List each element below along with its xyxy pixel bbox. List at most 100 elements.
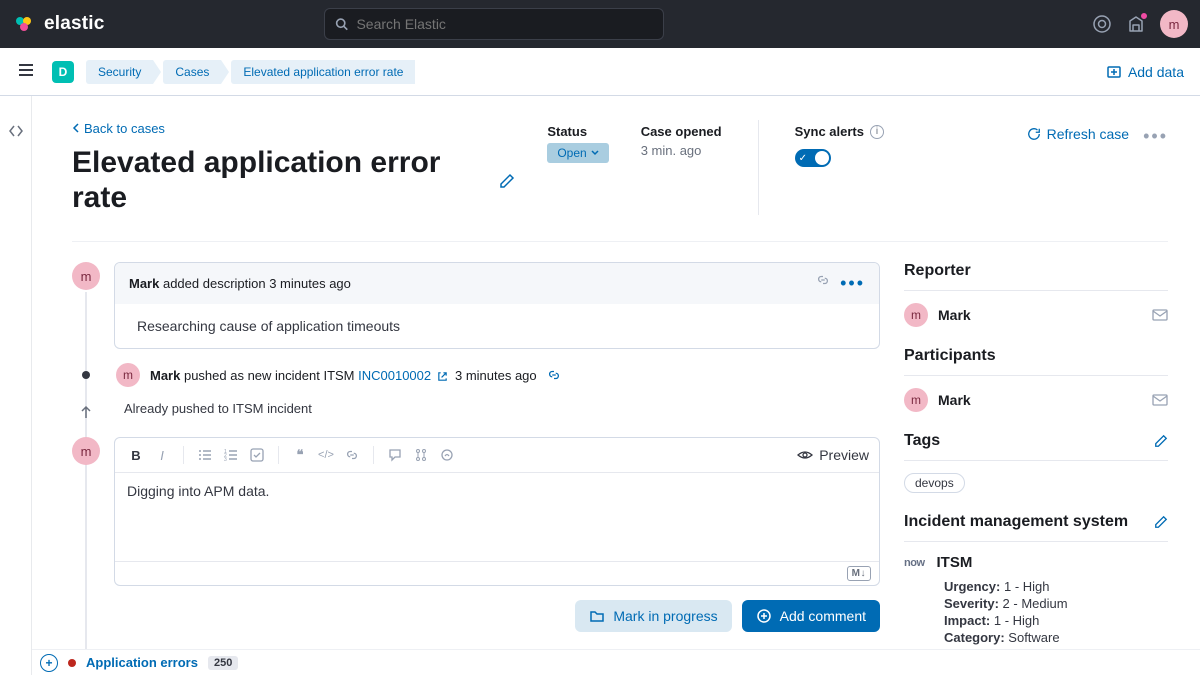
crumb-security[interactable]: Security (86, 60, 153, 84)
check-icon: ✓ (799, 153, 807, 164)
brand-text: elastic (44, 13, 105, 35)
back-to-cases-link[interactable]: Back to cases (72, 121, 165, 136)
arrow-up-icon (78, 405, 94, 419)
add-data-link[interactable]: Add data (1106, 64, 1184, 80)
reporter-row: m Mark (904, 303, 1168, 327)
add-comment-button[interactable]: Add comment (742, 600, 880, 632)
avatar: m (116, 363, 140, 387)
mail-icon[interactable] (1152, 309, 1168, 321)
add-timeline-button[interactable]: + (40, 654, 58, 672)
sync-alerts-label: Sync alerts (795, 124, 864, 139)
edit-title-icon[interactable] (499, 173, 515, 189)
tags-section: Tags devops (904, 432, 1168, 493)
editor-toolbar: B I 123 ❝ </> (115, 438, 879, 473)
case-header: Back to cases Elevated application error… (72, 120, 1168, 242)
case-sidebar: Reporter m Mark Participants m Mark (904, 262, 1168, 675)
push-event: m Mark pushed as new incident ITSM INC00… (72, 363, 880, 387)
case-more-menu[interactable]: ••• (1143, 126, 1168, 147)
sync-alerts-toggle[interactable]: ✓ (795, 149, 831, 167)
status-label: Status (547, 124, 608, 139)
reporter-name: Mark (938, 307, 971, 323)
desc-more-menu[interactable]: ••• (840, 273, 865, 294)
global-search[interactable] (324, 8, 664, 40)
add-comment-label: Add comment (780, 608, 866, 624)
servicenow-logo: now (904, 557, 925, 569)
desc-action: added description (159, 276, 269, 291)
separator (278, 446, 279, 464)
incident-link[interactable]: INC0010002 (358, 368, 431, 383)
connector-name: ITSM (937, 554, 973, 571)
user-avatar[interactable]: m (1160, 10, 1188, 38)
description-card: Mark added description 3 minutes ago •••… (114, 262, 880, 349)
avatar: m (72, 262, 100, 290)
edit-tags-icon[interactable] (1154, 434, 1168, 448)
ul-button[interactable] (194, 444, 216, 466)
italic-button[interactable]: I (151, 444, 173, 466)
mail-icon[interactable] (1152, 394, 1168, 406)
status-dropdown[interactable]: Open (547, 143, 608, 163)
card-header: Mark added description 3 minutes ago ••• (115, 263, 879, 304)
severity-field: Severity: 2 - Medium (944, 596, 1168, 611)
separator (183, 446, 184, 464)
edit-ims-icon[interactable] (1154, 515, 1168, 529)
sync-block: Sync alerts i ✓ (795, 120, 995, 215)
elastic-logo-mark (12, 12, 36, 36)
reporter-title: Reporter (904, 262, 971, 280)
link-button[interactable] (341, 444, 363, 466)
description-event: m Mark added description 3 minutes ago •… (72, 262, 880, 349)
task-list-button[interactable] (246, 444, 268, 466)
back-link-label: Back to cases (84, 121, 165, 136)
refresh-case-button[interactable]: Refresh case (1027, 126, 1129, 142)
search-input[interactable] (356, 16, 653, 32)
timeline-link[interactable]: Application errors (86, 655, 198, 670)
info-icon[interactable]: i (870, 125, 884, 139)
code-button[interactable]: </> (315, 444, 337, 466)
toggle-knob (815, 151, 829, 165)
lens-icon-button[interactable] (436, 444, 458, 466)
newsfeed-icon[interactable] (1126, 14, 1146, 34)
copy-link-icon[interactable] (816, 273, 830, 294)
chevron-left-icon (72, 123, 80, 133)
comment-textarea-wrap (115, 473, 879, 561)
urgency-field: Urgency: 1 - High (944, 579, 1168, 594)
comment-icon-button[interactable] (384, 444, 406, 466)
tags-title: Tags (904, 432, 940, 450)
plus-circle-icon (756, 608, 772, 624)
case-title: Elevated application error rate (72, 146, 485, 215)
page-body: Back to cases Elevated application error… (0, 96, 1200, 675)
avatar: m (904, 388, 928, 412)
quote-button[interactable]: ❝ (289, 444, 311, 466)
mark-in-progress-button[interactable]: Mark in progress (575, 600, 731, 632)
timeline-icon-button[interactable] (410, 444, 432, 466)
folder-icon (589, 608, 605, 624)
crumb-cases[interactable]: Cases (163, 60, 221, 84)
ol-button[interactable]: 123 (220, 444, 242, 466)
bold-button[interactable]: B (125, 444, 147, 466)
preview-toggle[interactable]: Preview (797, 447, 869, 463)
push-time: 3 minutes ago (455, 368, 537, 383)
nav-toggle-icon[interactable] (16, 60, 40, 84)
copy-link-icon[interactable] (547, 368, 561, 382)
case-content: m Mark added description 3 minutes ago •… (72, 242, 1168, 675)
case-header-actions: Refresh case ••• (1027, 120, 1168, 215)
help-icon[interactable] (1092, 14, 1112, 34)
activity-timeline: m Mark added description 3 minutes ago •… (72, 262, 880, 675)
elastic-logo[interactable]: elastic (12, 12, 105, 36)
comment-textarea[interactable] (127, 483, 867, 551)
collapse-rail[interactable] (0, 96, 32, 675)
impact-field: Impact: 1 - High (944, 613, 1168, 628)
push-action: pushed as new incident ITSM (180, 368, 358, 383)
tag-chip[interactable]: devops (904, 473, 965, 493)
push-user: Mark (150, 368, 180, 383)
ims-fields: Urgency: 1 - High Severity: 2 - Medium I… (904, 579, 1168, 645)
timeline-footer-bar: + Application errors 250 (32, 649, 1200, 675)
pushed-note-text: Already pushed to ITSM incident (114, 401, 312, 416)
avatar: m (72, 437, 100, 465)
pushed-note-row: Already pushed to ITSM incident (72, 401, 880, 423)
space-selector[interactable]: D (52, 61, 74, 83)
opened-block: Case opened 3 min. ago (641, 120, 722, 215)
participants-section: Participants m Mark (904, 347, 1168, 412)
eye-icon (797, 447, 813, 463)
markdown-badge[interactable]: M↓ (847, 566, 871, 581)
desc-time: 3 minutes ago (269, 276, 351, 291)
